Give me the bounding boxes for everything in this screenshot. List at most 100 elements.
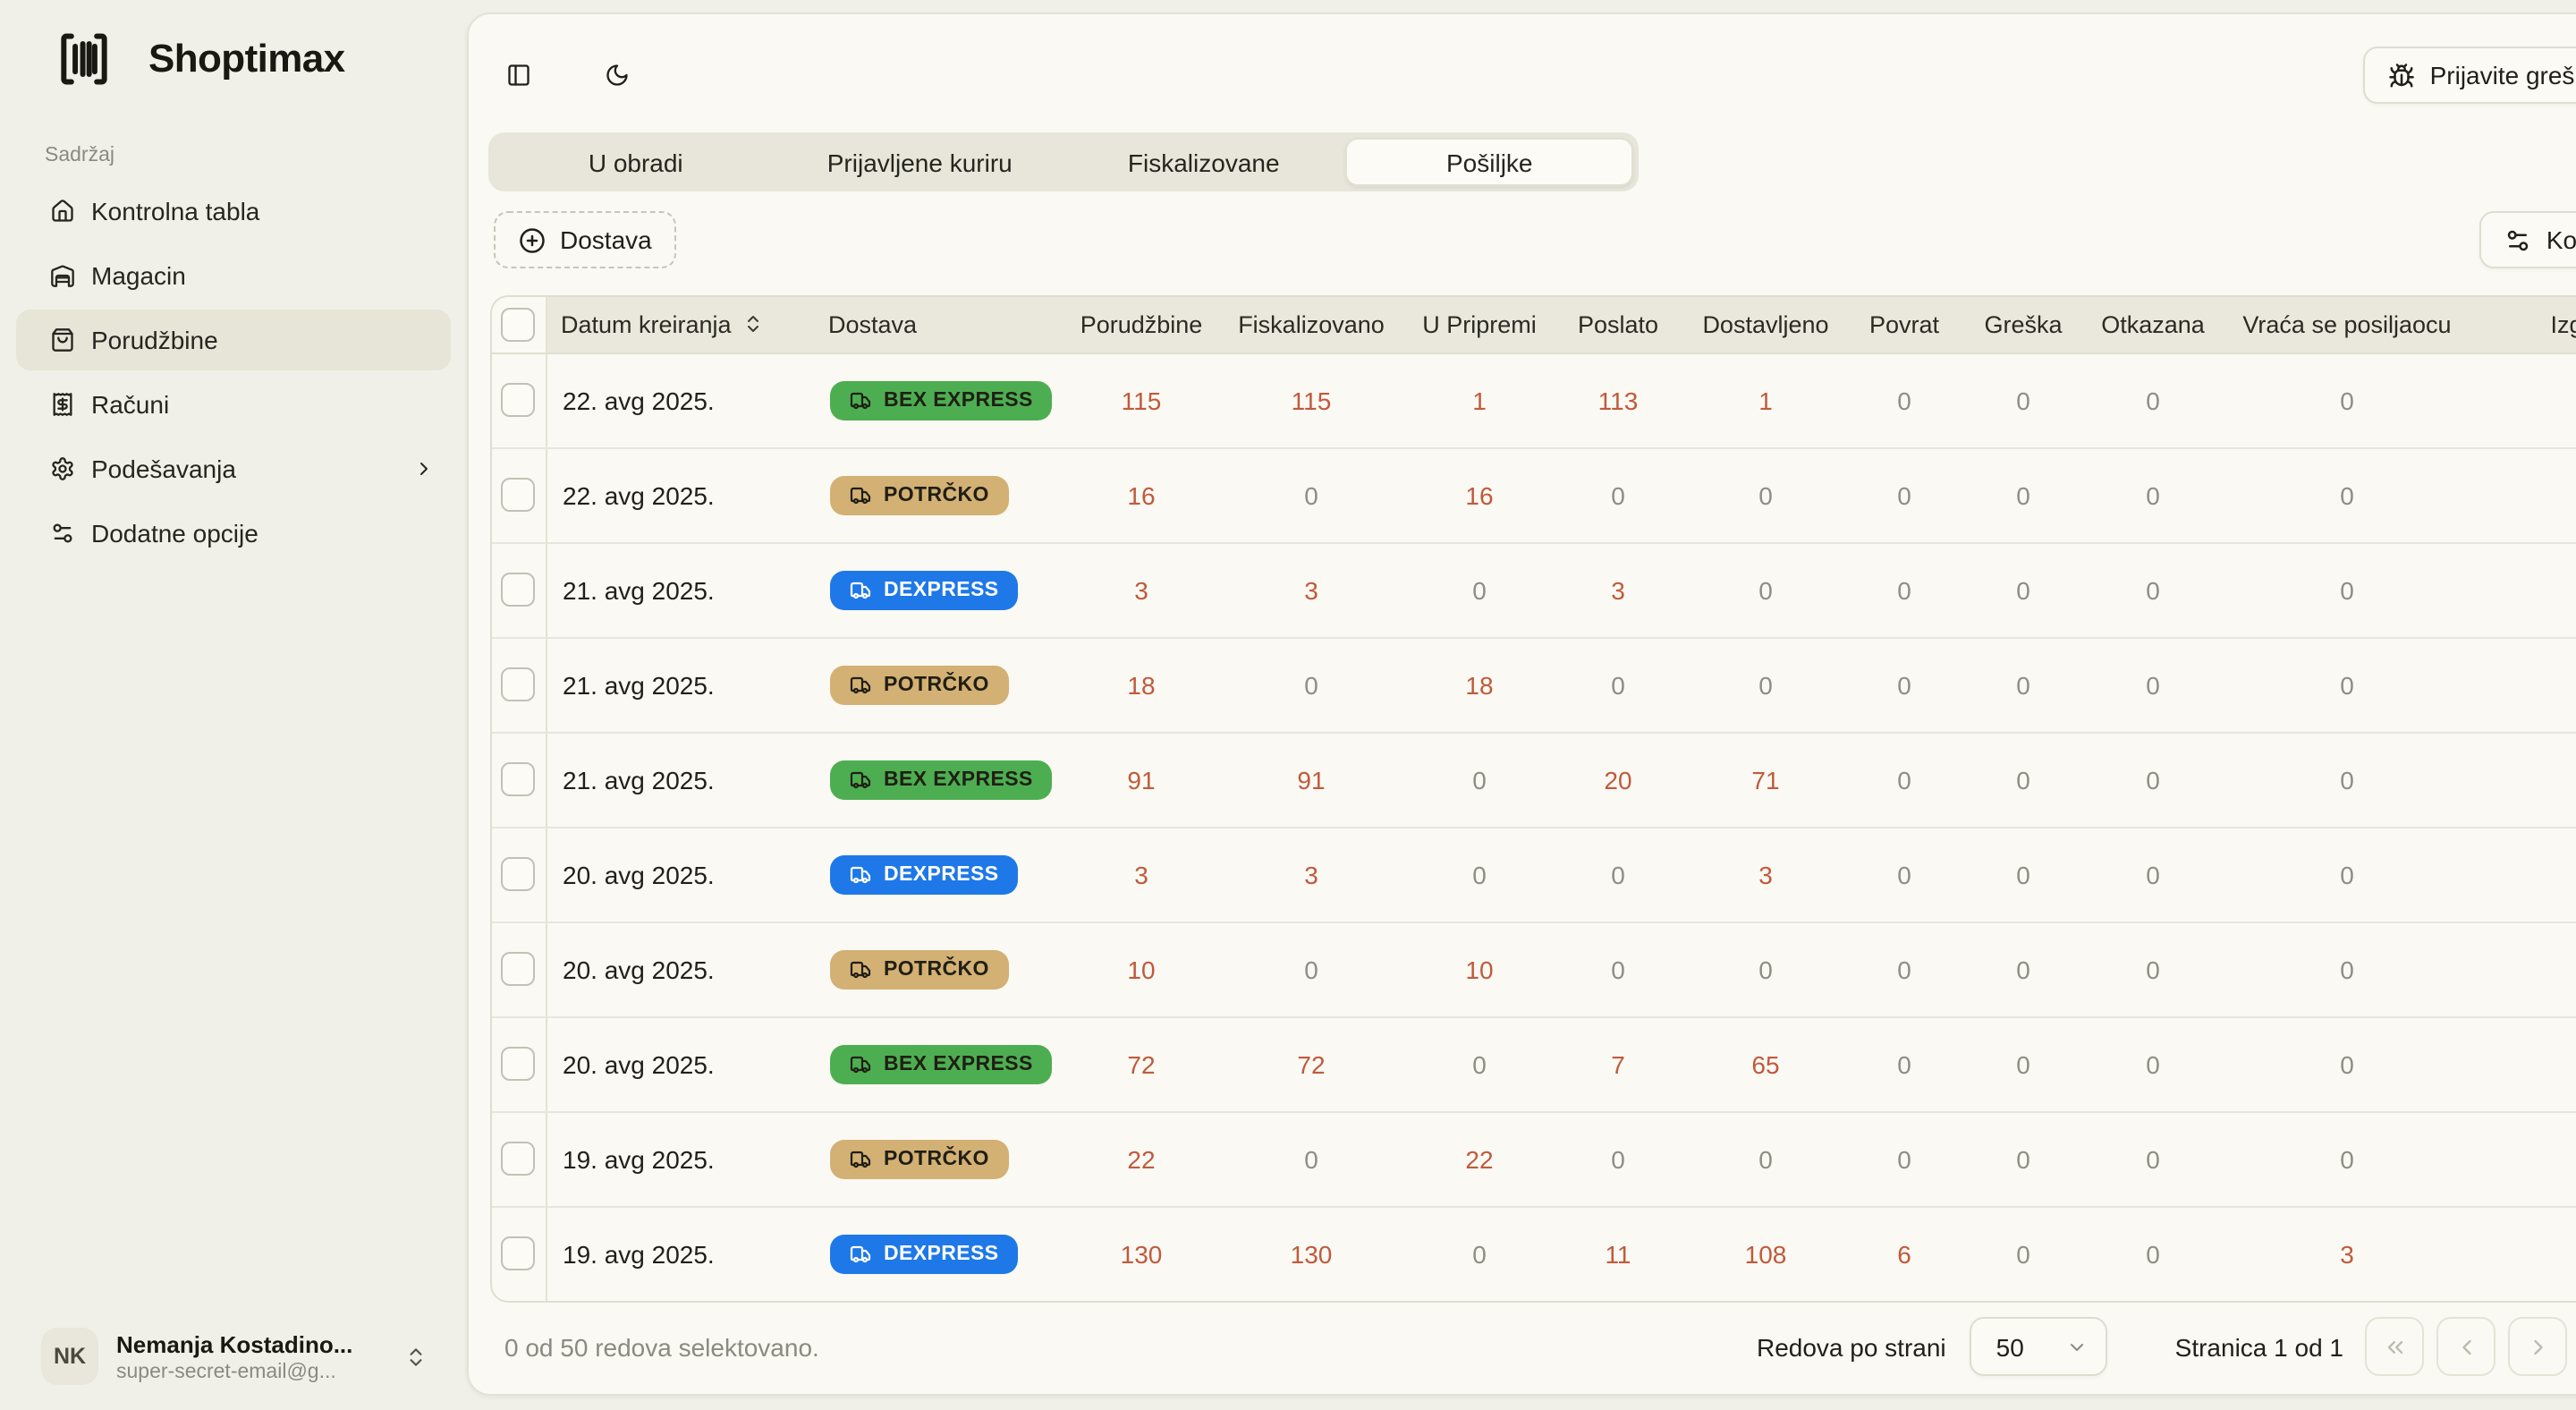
panel-left-icon [506, 63, 531, 88]
clipped-cell [2481, 1206, 2576, 1301]
rows-per-page-select[interactable]: 50 [1970, 1317, 2107, 1376]
sidebar-item-magacin[interactable]: Magacin [16, 245, 451, 306]
rows-per-page-label: Redova po strani [1757, 1332, 1946, 1361]
circle-plus-icon [519, 226, 546, 253]
carrier-badge: POTRČKO [830, 949, 1009, 989]
count-cell: 72 [1059, 1016, 1224, 1111]
row-carrier-cell: BEX EXPRESS [814, 352, 1059, 447]
row-checkbox[interactable] [502, 573, 536, 607]
carrier-label: DEXPRESS [884, 1244, 998, 1265]
column-header-porudzbine: Porudžbine [1059, 297, 1224, 352]
count-cell: 3 [1676, 827, 1855, 922]
tab-prijavljene-kuriru[interactable]: Prijavljene kuriru [778, 138, 1063, 186]
column-header-poslato: Poslato [1560, 297, 1676, 352]
first-page-button[interactable] [2365, 1317, 2424, 1376]
carrier-badge: POTRČKO [830, 475, 1009, 514]
sidebar-item-label: Porudžbine [91, 326, 218, 354]
clipped-cell [2481, 352, 2576, 447]
row-carrier-cell: DEXPRESS [814, 542, 1059, 637]
add-delivery-button[interactable]: Dostava [494, 211, 677, 268]
row-checkbox[interactable] [502, 952, 536, 986]
barcode-logo-icon [50, 29, 118, 89]
count-cell: 0 [1560, 447, 1676, 542]
table-row: 21. avg 2025. BEX EXPRESS 9191020710000 [492, 732, 2576, 827]
row-checkbox[interactable] [502, 857, 536, 891]
count-cell: 0 [1676, 447, 1855, 542]
sidebar-item-racuni[interactable]: Računi [16, 374, 451, 435]
count-cell: 0 [1953, 542, 2093, 637]
table-row: 21. avg 2025. POTRČKO 18018000000 [492, 637, 2576, 732]
truck-icon [850, 484, 871, 505]
avatar: NK [41, 1328, 98, 1385]
prev-page-button[interactable] [2436, 1317, 2496, 1376]
user-menu[interactable]: NK Nemanja Kostadino... super-secret-ema… [0, 1328, 467, 1410]
count-cell: 0 [1953, 922, 2093, 1016]
count-cell: 113 [1560, 352, 1676, 447]
sidebar-item-kontrolna-tabla[interactable]: Kontrolna tabla [16, 181, 451, 242]
count-cell: 0 [2213, 352, 2481, 447]
row-checkbox[interactable] [502, 1237, 536, 1271]
tab-u-obradi[interactable]: U obradi [494, 138, 778, 186]
column-header-greska: Greška [1953, 297, 2093, 352]
count-cell: 0 [1855, 542, 1953, 637]
carrier-label: POTRČKO [884, 484, 989, 505]
count-cell: 72 [1224, 1016, 1399, 1111]
row-date: 21. avg 2025. [546, 732, 814, 827]
count-cell: 3 [1059, 827, 1224, 922]
count-cell: 0 [1953, 447, 2093, 542]
carrier-badge: DEXPRESS [830, 1235, 1018, 1274]
sidebar-toggle-button[interactable] [494, 50, 544, 100]
count-cell: 22 [1059, 1111, 1224, 1206]
row-carrier-cell: DEXPRESS [814, 1206, 1059, 1301]
dark-mode-toggle-button[interactable] [592, 50, 642, 100]
report-bug-button[interactable]: Prijavite grešku [2364, 47, 2576, 104]
count-cell: 0 [1855, 637, 1953, 732]
row-select-cell [492, 732, 546, 827]
count-cell: 0 [1224, 1111, 1399, 1206]
page-indicator: Stranica 1 od 1 [2175, 1332, 2343, 1361]
count-cell: 3 [1059, 542, 1224, 637]
row-checkbox[interactable] [502, 1142, 536, 1176]
row-checkbox[interactable] [502, 667, 536, 701]
sidebar-item-porudzbine[interactable]: Porudžbine [16, 310, 451, 370]
count-cell: 0 [1953, 1206, 2093, 1301]
select-all-checkbox[interactable] [502, 308, 536, 342]
count-cell: 0 [2093, 1206, 2213, 1301]
brand-row: Shoptimax [0, 0, 467, 89]
sliders-icon [2505, 226, 2532, 253]
pagination [2365, 1317, 2576, 1376]
tab-posiljke[interactable]: Pošiljke [1346, 138, 1634, 186]
row-date: 22. avg 2025. [546, 352, 814, 447]
count-cell: 0 [1399, 732, 1560, 827]
truck-icon [850, 579, 871, 600]
columns-button[interactable]: Kolone [2480, 211, 2576, 268]
next-page-button[interactable] [2508, 1317, 2567, 1376]
row-checkbox[interactable] [502, 762, 536, 796]
count-cell: 71 [1676, 732, 1855, 827]
sidebar-item-podesavanja[interactable]: Podešavanja [16, 438, 451, 499]
row-checkbox[interactable] [502, 383, 536, 417]
count-cell: 91 [1059, 732, 1224, 827]
row-carrier-cell: BEX EXPRESS [814, 732, 1059, 827]
sidebar-item-dodatne-opcije[interactable]: Dodatne opcije [16, 503, 451, 564]
row-carrier-cell: POTRČKO [814, 447, 1059, 542]
chevron-right-icon [2525, 1334, 2550, 1359]
column-header-datum[interactable]: Datum kreiranja [546, 297, 814, 352]
sidebar-item-label: Dodatne opcije [91, 519, 258, 548]
table-row: 20. avg 2025. BEX EXPRESS 727207650000 [492, 1016, 2576, 1111]
row-checkbox[interactable] [502, 1047, 536, 1081]
carrier-label: BEX EXPRESS [884, 389, 1033, 411]
row-date: 20. avg 2025. [546, 827, 814, 922]
row-select-cell [492, 542, 546, 637]
count-cell: 0 [1855, 827, 1953, 922]
row-select-cell [492, 1111, 546, 1206]
row-checkbox[interactable] [502, 478, 536, 512]
carrier-badge: BEX EXPRESS [830, 1044, 1053, 1083]
tab-fiskalizovane[interactable]: Fiskalizovane [1062, 138, 1346, 186]
count-cell: 3 [1224, 827, 1399, 922]
moon-icon [605, 63, 630, 88]
tabbar: U obradi Prijavljene kuriru Fiskalizovan… [488, 132, 1639, 191]
count-cell: 65 [1676, 1016, 1855, 1111]
row-date: 20. avg 2025. [546, 922, 814, 1016]
column-header-fiskalizovano: Fiskalizovano [1224, 297, 1399, 352]
